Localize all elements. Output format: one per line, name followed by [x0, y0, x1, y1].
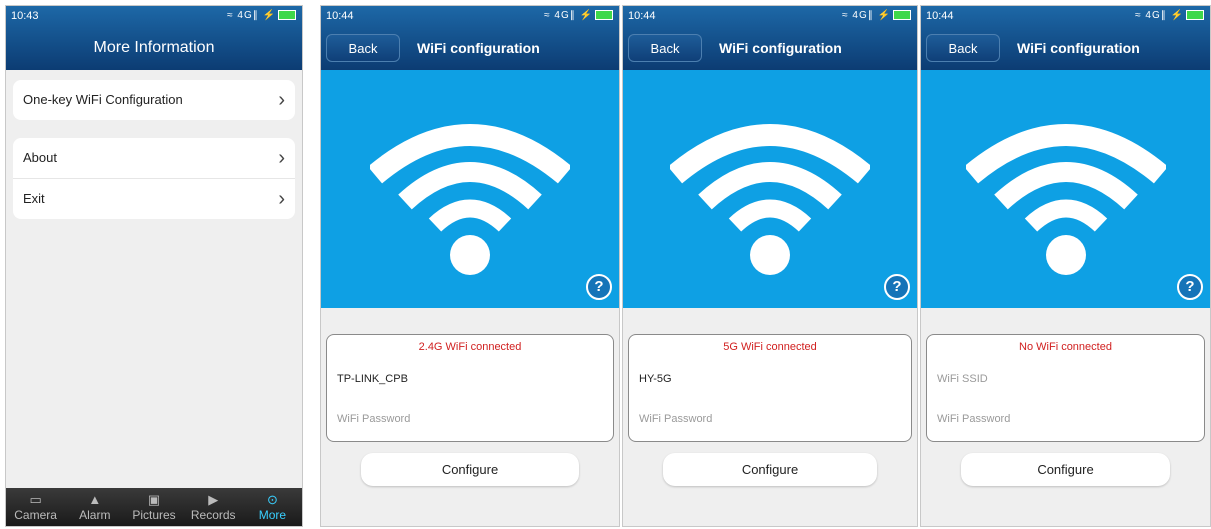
- chevron-right-icon: ›: [278, 147, 285, 169]
- battery-icon: [595, 10, 613, 21]
- battery-icon: [1186, 10, 1204, 21]
- ssid-field[interactable]: TP-LINK_CPB: [337, 373, 603, 385]
- wifi-dot: [1045, 235, 1086, 275]
- header: 10:44 ≈ 4G∥ ⚡ Back WiFi configuration: [321, 6, 619, 70]
- tab-bar: ▭ Camera ▲ Alarm ▣ Pictures ▶ Records ⊙ More: [6, 488, 302, 526]
- tab-more[interactable]: ⊙ More: [243, 488, 302, 526]
- header: 10:44 ≈ 4G∥ ⚡ Back WiFi configuration: [921, 6, 1210, 70]
- wifi-dot: [750, 235, 790, 275]
- settings-group-1: One-key WiFi Configuration ›: [13, 80, 295, 120]
- wifi-icon: [965, 124, 1166, 232]
- back-button[interactable]: Back: [326, 34, 400, 62]
- row-label: Exit: [23, 191, 45, 206]
- status-icons: ≈ 4G∥ ⚡: [1135, 6, 1204, 26]
- camera-icon: ▭: [29, 492, 42, 507]
- page-title: WiFi configuration: [719, 40, 842, 56]
- back-button[interactable]: Back: [628, 34, 702, 62]
- tab-camera[interactable]: ▭ Camera: [6, 488, 65, 526]
- battery-icon: [278, 10, 296, 21]
- page-title: WiFi configuration: [417, 40, 540, 56]
- status-icons: ≈ 4G∥ ⚡: [227, 6, 296, 26]
- wifi-form: No WiFi connected WiFi SSID WiFi Passwor…: [926, 334, 1205, 442]
- status-time: 10:44: [326, 10, 354, 22]
- settings-group-2: About › Exit ›: [13, 138, 295, 219]
- more-icon: ⊙: [266, 492, 278, 507]
- wifi-icon: [370, 124, 570, 232]
- ssid-field[interactable]: HY-5G: [639, 373, 901, 385]
- tab-records[interactable]: ▶ Records: [184, 488, 243, 526]
- page-title: WiFi configuration: [1017, 40, 1140, 56]
- status-bar: 10:44 ≈ 4G∥ ⚡: [921, 6, 1210, 26]
- configure-button[interactable]: Configure: [663, 453, 877, 486]
- wifi-hero: ?: [623, 70, 917, 308]
- wifi-config-screen-3: 10:44 ≈ 4G∥ ⚡ Back WiFi configuration ? …: [920, 5, 1211, 527]
- back-button[interactable]: Back: [926, 34, 1000, 62]
- password-field[interactable]: WiFi Password: [639, 413, 901, 425]
- header: 10:44 ≈ 4G∥ ⚡ Back WiFi configuration: [623, 6, 917, 70]
- wifi-hero: ?: [321, 70, 619, 308]
- help-button[interactable]: ?: [586, 274, 612, 300]
- wifi-hero: ?: [921, 70, 1210, 308]
- chevron-right-icon: ›: [278, 188, 285, 210]
- wifi-config-screen-2: 10:44 ≈ 4G∥ ⚡ Back WiFi configuration ? …: [622, 5, 918, 527]
- status-time: 10:44: [628, 10, 656, 22]
- status-bar: 10:43 ≈ 4G∥ ⚡: [6, 6, 302, 26]
- status-time: 10:44: [926, 10, 954, 22]
- wifi-dot: [450, 235, 490, 275]
- tab-alarm[interactable]: ▲ Alarm: [65, 488, 124, 526]
- row-one-key-wifi[interactable]: One-key WiFi Configuration ›: [13, 80, 295, 120]
- row-about[interactable]: About ›: [13, 138, 295, 178]
- bell-icon: ▲: [88, 492, 102, 507]
- play-icon: ▶: [208, 492, 219, 507]
- header: 10:43 ≈ 4G∥ ⚡ More Information: [6, 6, 302, 70]
- connection-status: 2.4G WiFi connected: [418, 341, 522, 353]
- more-information-screen: 10:43 ≈ 4G∥ ⚡ More Information One-key W…: [5, 5, 303, 527]
- row-label: About: [23, 150, 57, 165]
- wifi-form: 5G WiFi connected HY-5G WiFi Password: [628, 334, 912, 442]
- status-bar: 10:44 ≈ 4G∥ ⚡: [623, 6, 917, 26]
- wifi-icon: [670, 124, 870, 232]
- row-label: One-key WiFi Configuration: [23, 92, 183, 107]
- tab-pictures[interactable]: ▣ Pictures: [124, 488, 183, 526]
- password-field[interactable]: WiFi Password: [937, 413, 1194, 425]
- ssid-field[interactable]: WiFi SSID: [937, 373, 1194, 385]
- help-button[interactable]: ?: [1177, 274, 1203, 300]
- status-icons: ≈ 4G∥ ⚡: [544, 6, 613, 26]
- help-button[interactable]: ?: [884, 274, 910, 300]
- configure-button[interactable]: Configure: [961, 453, 1170, 486]
- connection-status: 5G WiFi connected: [723, 341, 817, 353]
- battery-icon: [893, 10, 911, 21]
- status-time: 10:43: [11, 10, 39, 22]
- picture-icon: ▣: [147, 492, 161, 507]
- chevron-right-icon: ›: [278, 89, 285, 111]
- wifi-config-screen-1: 10:44 ≈ 4G∥ ⚡ Back WiFi configuration ? …: [320, 5, 620, 527]
- status-icons: ≈ 4G∥ ⚡: [842, 6, 911, 26]
- row-exit[interactable]: Exit ›: [13, 178, 295, 219]
- password-field[interactable]: WiFi Password: [337, 413, 603, 425]
- connection-status: No WiFi connected: [1019, 341, 1112, 353]
- status-bar: 10:44 ≈ 4G∥ ⚡: [321, 6, 619, 26]
- wifi-form: 2.4G WiFi connected TP-LINK_CPB WiFi Pas…: [326, 334, 614, 442]
- configure-button[interactable]: Configure: [361, 453, 579, 486]
- page-title: More Information: [93, 39, 215, 56]
